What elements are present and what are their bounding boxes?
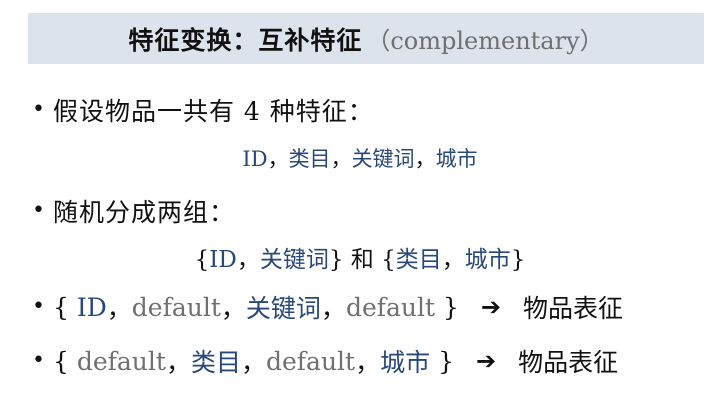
assign1-default-2: default [345, 292, 436, 322]
brace-close: } [435, 292, 459, 322]
bullet-dot-icon: • [32, 97, 45, 122]
bullet-dot-icon: • [32, 294, 45, 319]
separator: ， [240, 348, 266, 377]
bullet-feature-count: • 假设物品一共有 4 种特征： [32, 92, 374, 128]
assign2-result: 物品表征 [518, 348, 619, 377]
separator: ， [236, 247, 260, 273]
groups-line: {ID，关键词} 和 {类目，城市} [0, 240, 720, 274]
bullet-random-split: • 随机分成两组： [32, 193, 235, 229]
separator: ， [220, 294, 246, 323]
feature-category: 类目 [288, 147, 331, 171]
separator: ， [441, 247, 465, 273]
group2-category: 类目 [395, 247, 442, 273]
separator: ， [165, 348, 191, 377]
assignment-row-1: • { ID， default，关键词， default } ➔ 物品表征 [32, 289, 623, 325]
separator: ， [267, 147, 289, 171]
bullet-random-split-text: 随机分成两组： [52, 198, 235, 227]
assign2-category: 类目 [190, 348, 241, 377]
assignment-row-2: • { default，类目， default，城市 } ➔ 物品表征 [32, 343, 618, 379]
assign1-id: ID [76, 292, 107, 322]
slide-subtitle: （complementary） [366, 27, 604, 55]
group2-city: 城市 [464, 247, 511, 273]
brace-close: } [430, 346, 454, 376]
feature-keyword: 关键词 [351, 147, 415, 171]
separator: ， [414, 147, 436, 171]
assign2-city: 城市 [380, 348, 431, 377]
brace-close: } [510, 247, 526, 273]
brace-open: { [52, 346, 77, 376]
bullet-dot-icon: • [32, 348, 45, 373]
assign1-keyword: 关键词 [245, 294, 321, 323]
group1-keyword: 关键词 [259, 247, 329, 273]
right-arrow-icon: ➔ [480, 293, 502, 321]
and-word: 和 [343, 247, 382, 273]
bullet-feature-count-text: 假设物品一共有 4 种特征： [52, 97, 374, 126]
feature-id: ID [242, 147, 268, 171]
assign2-default-1: default [76, 346, 166, 376]
title-bar: 特征变换：互补特征 （complementary） [28, 13, 704, 64]
slide-title: 特征变换：互补特征 [128, 25, 363, 55]
brace-open: { [381, 247, 396, 273]
separator: ， [106, 294, 132, 323]
separator: ， [355, 348, 381, 377]
group1-id: ID [209, 247, 237, 273]
assign1-default-1: default [131, 292, 221, 322]
bullet-dot-icon: • [32, 198, 45, 223]
feature-city: 城市 [435, 147, 478, 171]
brace-close: } [328, 247, 344, 273]
feature-list-line: ID，类目，关键词，城市 [0, 143, 720, 173]
separator: ， [330, 147, 352, 171]
brace-open: { [194, 247, 210, 273]
separator: ， [320, 294, 346, 323]
right-arrow-icon: ➔ [476, 347, 497, 375]
assign1-result: 物品表征 [523, 294, 624, 323]
assign2-default-2: default [266, 346, 356, 376]
brace-open: { [52, 292, 77, 322]
